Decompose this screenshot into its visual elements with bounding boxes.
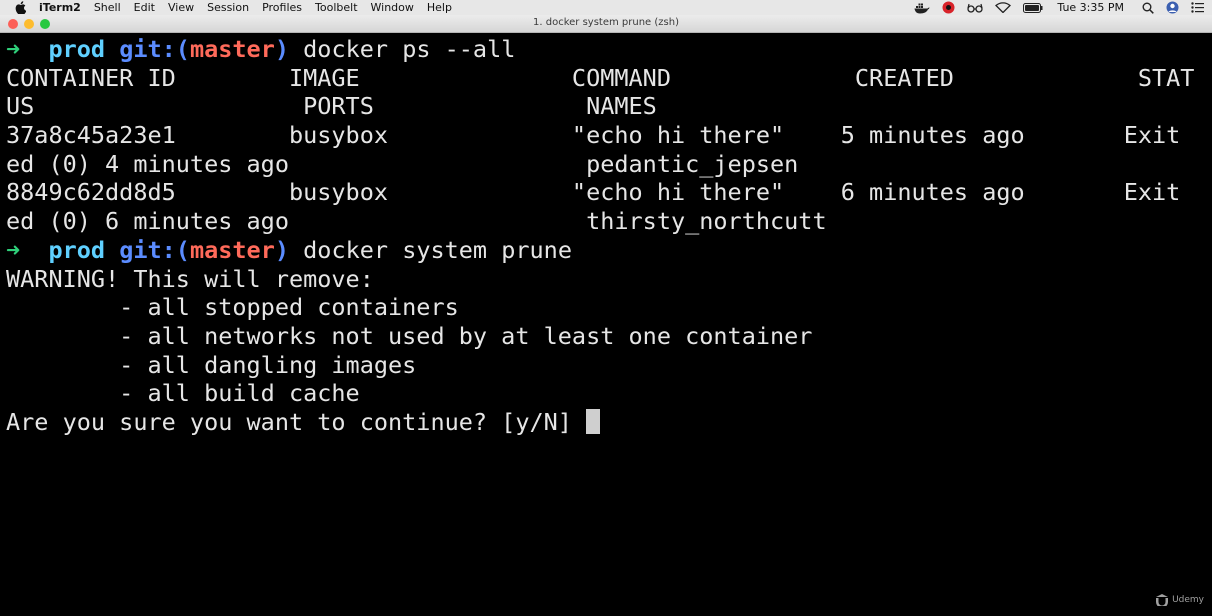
menu-clock[interactable]: Tue 3:35 PM (1057, 1, 1124, 14)
spotlight-search-icon[interactable] (1142, 2, 1154, 14)
menu-window[interactable]: Window (371, 1, 414, 14)
menu-edit[interactable]: Edit (134, 1, 155, 14)
notification-center-icon[interactable] (1191, 2, 1204, 13)
output-line: ed (0) 4 minutes ago pedantic_jepsen (6, 149, 799, 178)
confirm-prompt-text: Are you sure you want to continue? [y/N] (6, 407, 587, 436)
prompt-git-label: git:( (119, 35, 190, 63)
menu-toolbelt[interactable]: Toolbelt (315, 1, 358, 14)
output-line: - all build cache (6, 379, 360, 408)
prompt-directory: prod (48, 35, 106, 63)
status-area: Tue 3:35 PM (914, 0, 1204, 15)
menu-bar: iTerm2 Shell Edit View Session Profiles … (0, 0, 1212, 15)
menu-view[interactable]: View (168, 1, 194, 14)
glasses-icon[interactable] (967, 3, 984, 13)
docker-whale-icon[interactable] (914, 2, 930, 14)
menu-app-name[interactable]: iTerm2 (39, 1, 81, 14)
output-line: - all dangling images (6, 350, 417, 379)
output-line: ed (0) 6 minutes ago thirsty_northcutt (6, 207, 827, 236)
udemy-watermark: Udemy (1155, 594, 1204, 606)
command-text: docker ps --all (303, 35, 516, 63)
terminal-output[interactable]: ➜ prod git:(master) docker ps --all CONT… (6, 35, 1212, 595)
output-line: US PORTS NAMES (6, 92, 657, 121)
wifi-icon[interactable] (995, 2, 1012, 13)
menu-shell[interactable]: Shell (94, 1, 121, 14)
prompt-git-branch: master (189, 35, 275, 63)
prompt-arrow-icon: ➜ (6, 35, 21, 63)
prompt-line: ➜ prod git:(master) docker ps --all (6, 35, 1212, 64)
output-line: 8849c62dd8d5 busybox "echo hi there" 6 m… (6, 178, 1181, 207)
output-line: - all stopped containers (6, 293, 459, 322)
udemy-logo-icon (1156, 594, 1169, 606)
output-line: - all networks not used by at least one … (6, 321, 813, 350)
prompt-git-close: ) (274, 235, 289, 264)
prompt-git-branch: master (189, 235, 275, 264)
user-avatar-icon[interactable] (1166, 1, 1179, 14)
command-text: docker system prune (303, 235, 572, 264)
window-title: 1. docker system prune (zsh) (533, 17, 679, 28)
prompt-line: ➜ prod git:(master) docker system prune (6, 236, 1212, 265)
output-line: 37a8c45a23e1 busybox "echo hi there" 5 m… (6, 121, 1181, 150)
menu-help[interactable]: Help (427, 1, 452, 14)
prompt-arrow-icon: ➜ (6, 235, 21, 264)
prompt-git-label: git:( (119, 235, 190, 264)
confirm-line: Are you sure you want to continue? [y/N] (6, 408, 1212, 437)
menu-session[interactable]: Session (207, 1, 249, 14)
output-line: WARNING! This will remove: (6, 264, 374, 293)
window-title-bar[interactable]: 1. docker system prune (zsh) (0, 15, 1212, 33)
menu-profiles[interactable]: Profiles (262, 1, 302, 14)
output-line: CONTAINER ID IMAGE COMMAND CREATED STAT (6, 63, 1195, 92)
prompt-git-close: ) (274, 35, 289, 63)
apple-icon[interactable] (13, 1, 27, 15)
terminal-cursor[interactable] (586, 408, 601, 434)
red-circle-app-icon[interactable] (942, 1, 955, 14)
battery-icon[interactable] (1023, 2, 1043, 13)
udemy-watermark-text: Udemy (1172, 595, 1204, 605)
prompt-directory: prod (48, 235, 106, 264)
